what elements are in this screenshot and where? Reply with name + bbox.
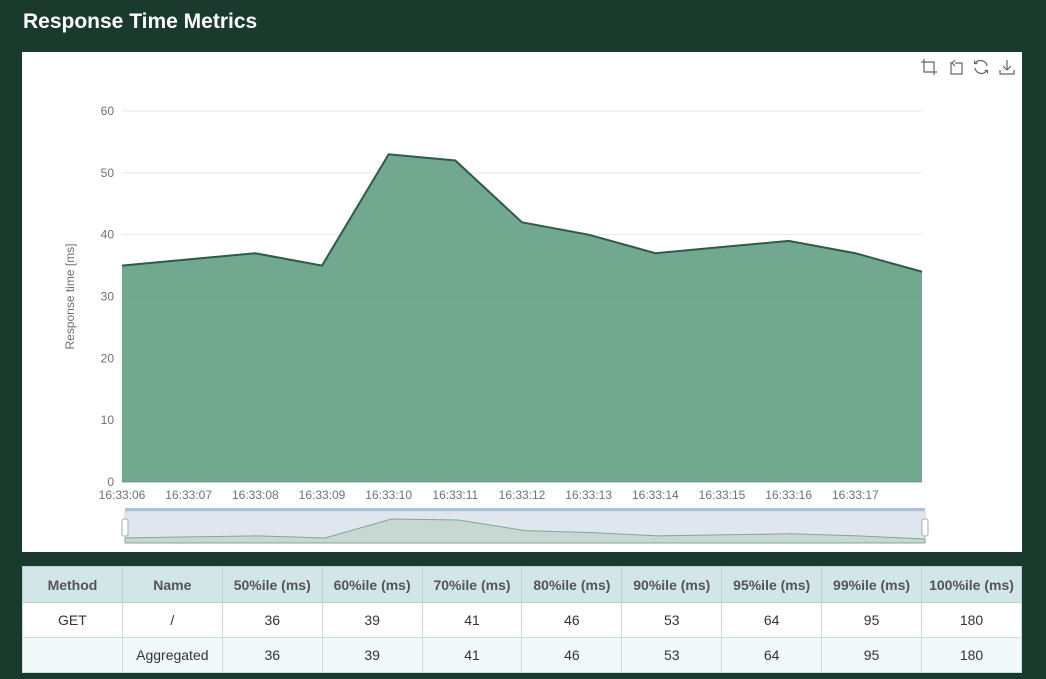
response-time-area (122, 154, 922, 482)
x-tick-label: 16:33:15 (699, 488, 746, 502)
x-tick-label: 16:33:11 (432, 488, 478, 502)
table-cell: GET (22, 602, 123, 638)
y-tick-label: 50 (101, 166, 115, 180)
table-cell: / (121, 602, 223, 638)
table-cell: 39 (321, 602, 423, 638)
zoom-reset-icon (950, 59, 963, 75)
chart-panel: 0 10 20 30 40 50 60 16:33:06 16:33:07 16:33:08 16:… (22, 52, 1022, 552)
y-tick-label: 40 (101, 228, 115, 242)
table-cell (22, 637, 123, 673)
zoom-select-button[interactable] (920, 58, 938, 76)
table-cell: 36 (221, 637, 323, 673)
stats-table-container: Method Name 50%ile (ms) 60%ile (ms) 70%i… (22, 566, 1022, 673)
column-header[interactable]: 50%ile (ms) (221, 566, 323, 603)
table-cell: 95 (821, 602, 923, 638)
table-cell: 53 (621, 637, 723, 673)
x-tick-label: 16:33:06 (99, 488, 146, 502)
zoom-slider-handle-left[interactable] (121, 518, 129, 537)
column-header[interactable]: 60%ile (ms) (321, 566, 423, 603)
table-cell: Aggregated (121, 637, 223, 673)
response-time-percentile-table: Method Name 50%ile (ms) 60%ile (ms) 70%i… (22, 566, 1022, 673)
x-tick-label: 16:33:10 (365, 488, 412, 502)
x-tick-label: 16:33:14 (632, 488, 679, 502)
column-header[interactable]: 99%ile (ms) (821, 566, 923, 603)
response-time-chart: 0 10 20 30 40 50 60 16:33:06 16:33:07 16:33:08 16:… (63, 104, 929, 544)
column-header[interactable]: 80%ile (ms) (521, 566, 623, 603)
table-cell: 180 (921, 602, 1022, 638)
y-tick-label: 20 (101, 351, 115, 365)
zoom-slider-top-bar (125, 508, 925, 511)
zoom-slider-handle-right[interactable] (921, 518, 929, 537)
chart-toolbox (920, 58, 1016, 76)
y-tick-label: 60 (101, 104, 115, 118)
y-tick-label: 0 (107, 475, 114, 489)
x-tick-label: 16:33:17 (832, 488, 879, 502)
table-cell: 64 (721, 602, 823, 638)
table-row: GET / 36 39 41 46 53 64 95 180 (22, 602, 1022, 638)
y-axis-label: Response time [ms] (63, 243, 77, 349)
table-cell: 41 (421, 637, 523, 673)
table-cell: 53 (621, 602, 723, 638)
download-button[interactable] (998, 58, 1016, 76)
zoom-select-icon (921, 59, 937, 75)
column-header[interactable]: 70%ile (ms) (421, 566, 523, 603)
x-tick-label: 16:33:07 (165, 488, 212, 502)
x-tick-label: 16:33:13 (565, 488, 612, 502)
refresh-icon (973, 59, 989, 75)
table-cell: 46 (521, 637, 623, 673)
y-tick-label: 30 (101, 290, 115, 304)
table-cell: 36 (221, 602, 323, 638)
column-header[interactable]: 90%ile (ms) (621, 566, 723, 603)
x-tick-label: 16:33:16 (765, 488, 812, 502)
column-header[interactable]: 100%ile (ms) (921, 566, 1022, 603)
x-tick-label: 16:33:12 (499, 488, 546, 502)
table-cell: 64 (721, 637, 823, 673)
table-cell: 180 (921, 637, 1022, 673)
refresh-button[interactable] (972, 58, 990, 76)
table-cell: 39 (321, 637, 423, 673)
table-cell: 41 (421, 602, 523, 638)
page-title: Response Time Metrics (23, 10, 258, 33)
column-header[interactable]: Name (121, 566, 223, 603)
table-header-row: Method Name 50%ile (ms) 60%ile (ms) 70%i… (22, 566, 1022, 603)
table-cell: 95 (821, 637, 923, 673)
column-header[interactable]: 95%ile (ms) (721, 566, 823, 603)
column-header[interactable]: Method (22, 566, 123, 603)
download-icon (999, 60, 1015, 75)
x-tick-label: 16:33:08 (232, 488, 279, 502)
table-cell: 46 (521, 602, 623, 638)
x-tick-label: 16:33:09 (299, 488, 346, 502)
zoom-reset-button[interactable] (946, 58, 964, 76)
table-row: Aggregated 36 39 41 46 53 64 95 180 (22, 637, 1022, 673)
y-tick-label: 10 (101, 413, 115, 427)
